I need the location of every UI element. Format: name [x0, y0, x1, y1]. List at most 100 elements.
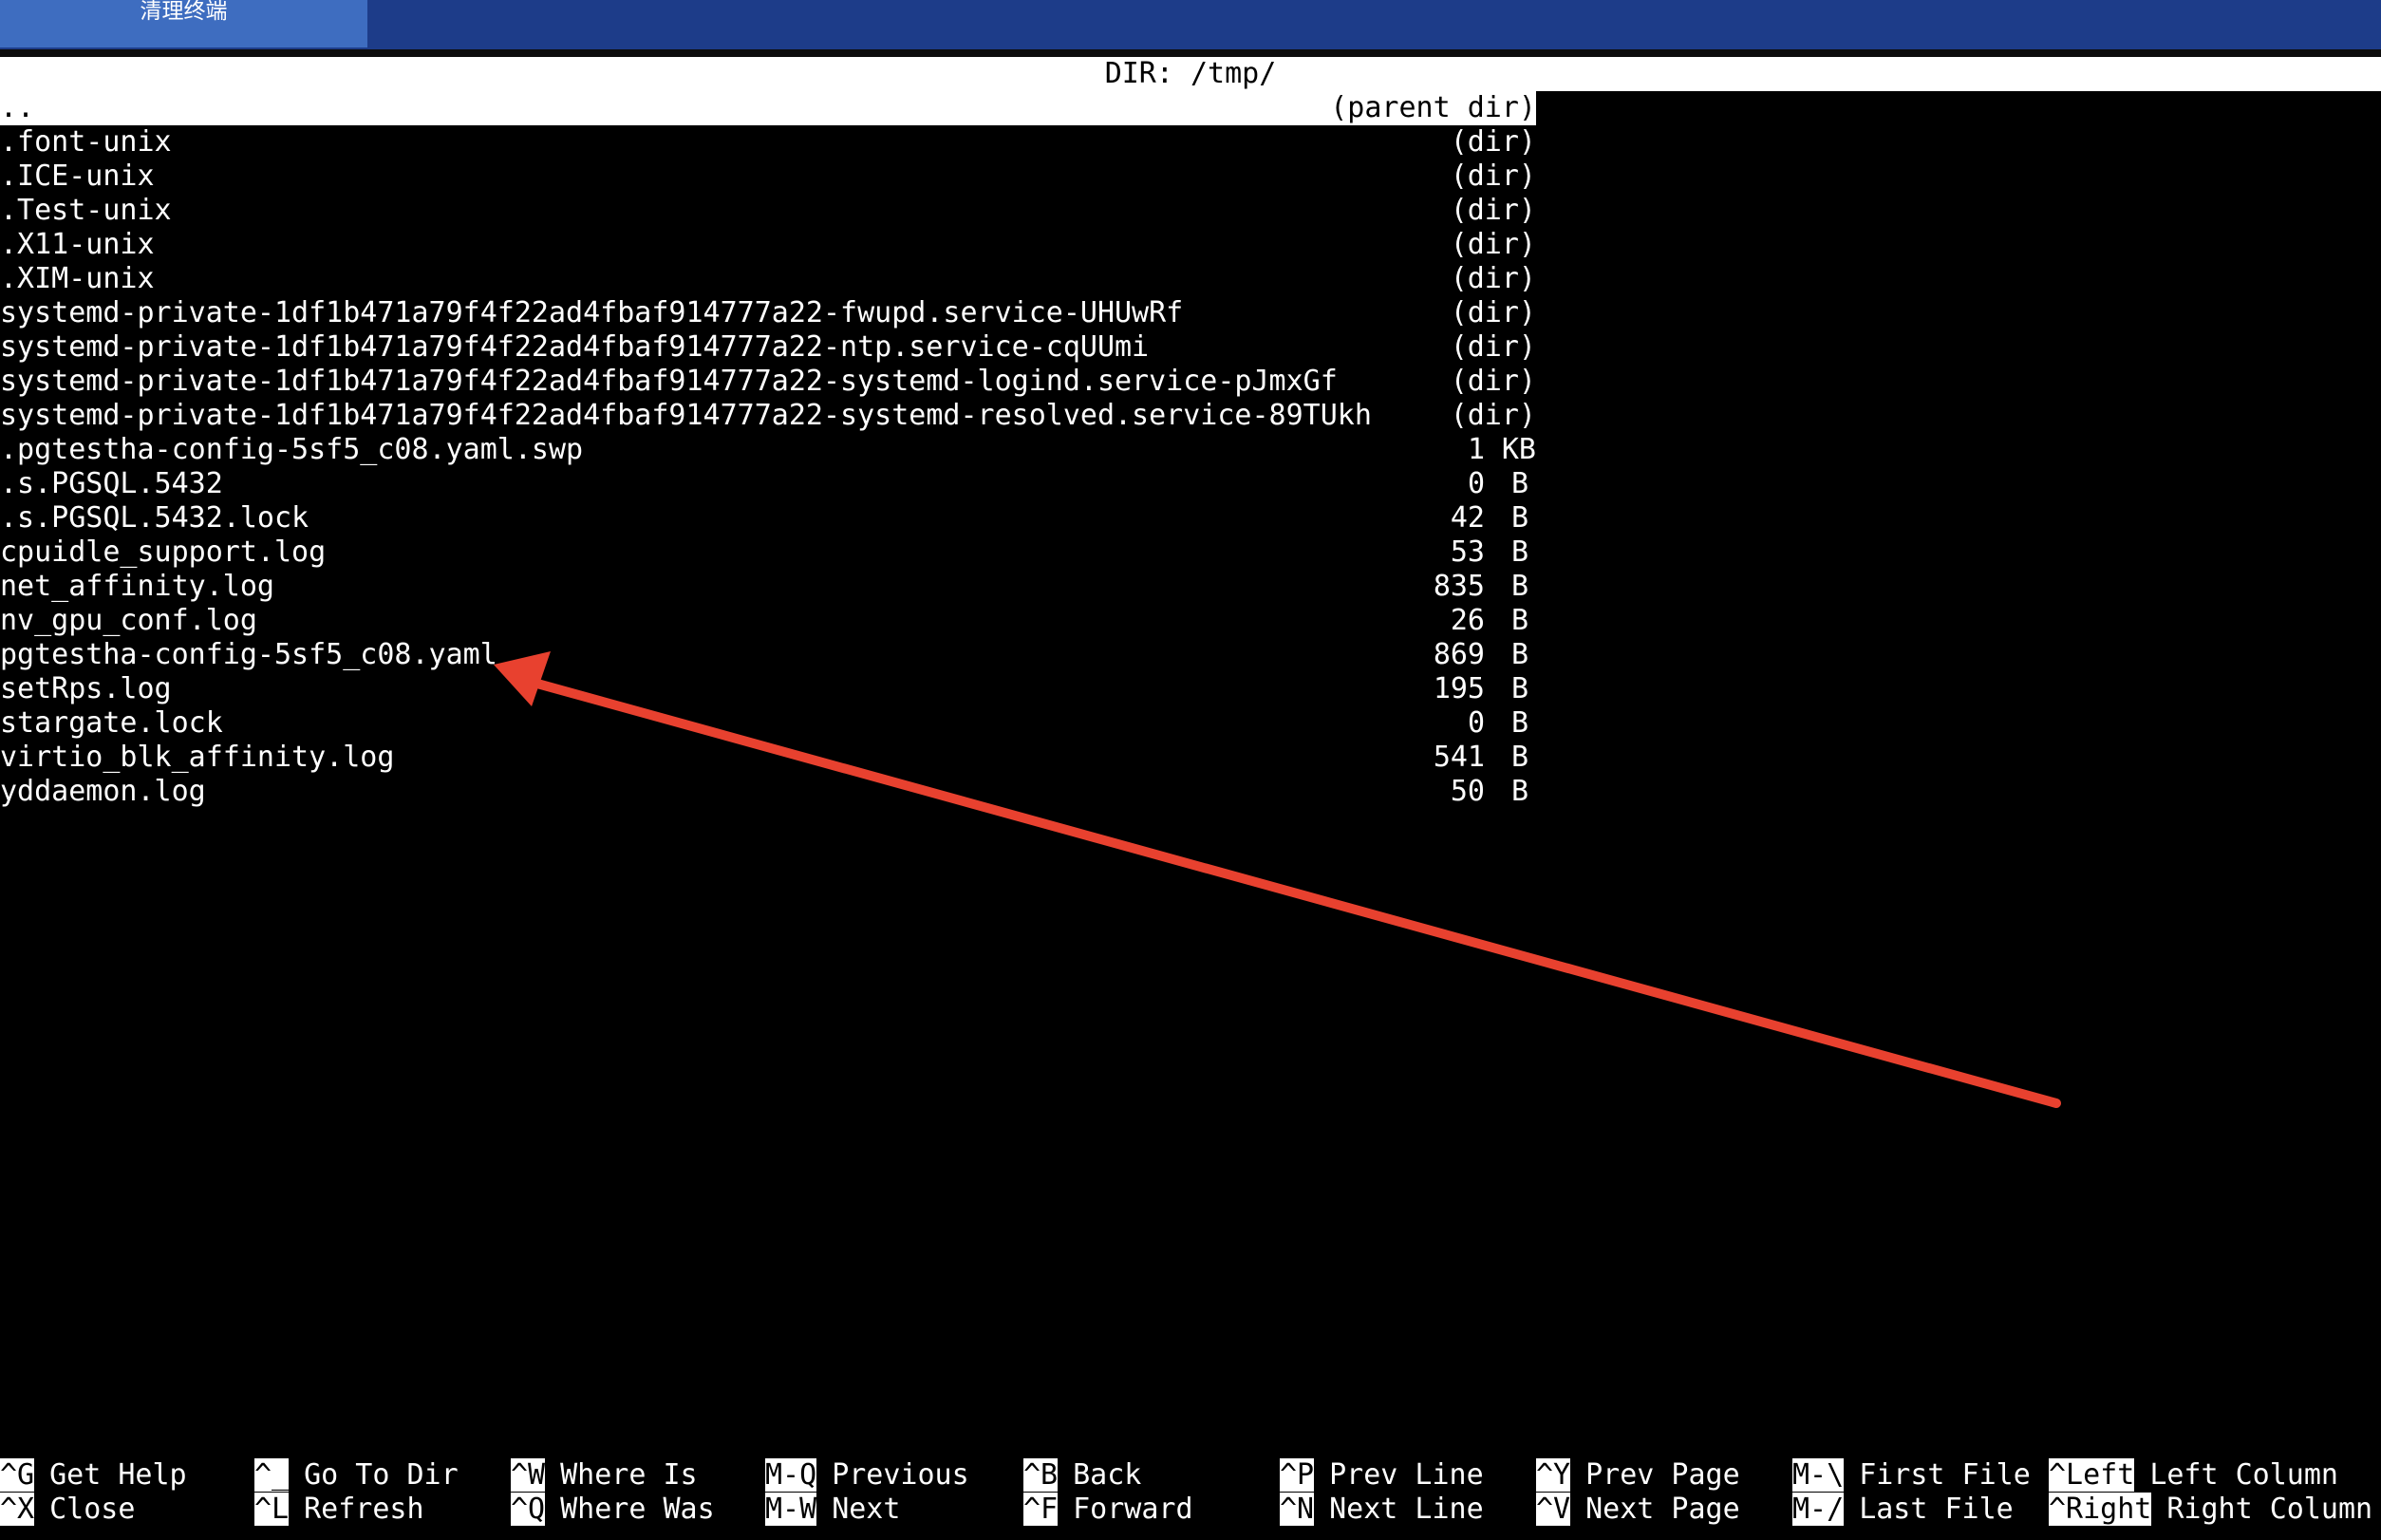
shortcut-where-was[interactable]: ^Q Where Was [511, 1493, 715, 1527]
shortcut-next[interactable]: M-W Next [765, 1493, 900, 1527]
shortcut-label: Left Column [2149, 1458, 2338, 1492]
file-size-number: 835 [1433, 570, 1485, 603]
file-name: stargate.lock [0, 706, 223, 740]
file-row[interactable]: net_affinity.log 835 B [0, 570, 1536, 604]
file-name: .font-unix [0, 125, 172, 159]
shortcut-key: M-/ [1792, 1493, 1845, 1526]
file-size-number: 869 [1433, 638, 1485, 671]
file-type-dir: (dir) [1450, 399, 1536, 432]
file-row[interactable]: .s.PGSQL.5432.lock 42 B [0, 501, 1536, 535]
file-row[interactable]: pgtestha-config-5sf5_c08.yaml 869 B [0, 638, 1536, 672]
file-row[interactable]: systemd-private-1df1b471a79f4f22ad4fbaf9… [0, 365, 1536, 399]
file-name: net_affinity.log [0, 570, 274, 603]
shortcut-prev-page[interactable]: ^Y Prev Page [1536, 1458, 1740, 1493]
shortcut-key: ^V [1536, 1493, 1571, 1526]
file-name: .s.PGSQL.5432.lock [0, 501, 309, 535]
file-type-dir: (dir) [1450, 365, 1536, 398]
shortcut-label: Next Line [1329, 1493, 1484, 1526]
file-row[interactable]: systemd-private-1df1b471a79f4f22ad4fbaf9… [0, 399, 1536, 433]
shortcut-left-column[interactable]: ^Left Left Column [2049, 1458, 2338, 1493]
file-name: .XIM-unix [0, 262, 155, 295]
file-name: virtio_blk_affinity.log [0, 741, 395, 774]
shortcut-first-file[interactable]: M-\ First File [1792, 1458, 2031, 1493]
shortcut-back[interactable]: ^B Back [1023, 1458, 1141, 1493]
shortcut-refresh[interactable]: ^L Refresh [254, 1493, 424, 1527]
file-row[interactable]: .XIM-unix (dir) [0, 262, 1536, 296]
shortcut-label: First File [1859, 1458, 2031, 1492]
terminal-screen[interactable]: DIR: /tmp/ .. (parent dir) .font-unix (di… [0, 57, 2381, 1540]
file-name: .s.PGSQL.5432 [0, 467, 223, 500]
shortcut-label: Where Is [560, 1458, 698, 1492]
file-row[interactable]: .s.PGSQL.5432 0 B [0, 467, 1536, 501]
clear-terminal-button[interactable]: 清理终端 [0, 0, 367, 47]
shortcut-key: M-\ [1792, 1458, 1845, 1492]
shortcut-key: ^Y [1536, 1458, 1571, 1492]
shortcut-label: Close [49, 1493, 136, 1526]
shortcut-label: Go To Dir [304, 1458, 459, 1492]
file-row[interactable]: .X11-unix (dir) [0, 228, 1536, 262]
shortcut-label: Right Column [2166, 1493, 2373, 1526]
file-name: .ICE-unix [0, 160, 155, 193]
shortcut-label: Prev Line [1329, 1458, 1484, 1492]
shortcut-label: Back [1073, 1458, 1142, 1492]
file-row[interactable]: nv_gpu_conf.log 26 B [0, 604, 1536, 638]
file-size-number: 1 [1467, 433, 1485, 466]
file-row[interactable]: yddaemon.log 50 B [0, 775, 1536, 809]
shortcut-previous[interactable]: M-Q Previous [765, 1458, 969, 1493]
file-size-unit: B [1510, 706, 1528, 740]
shortcut-close[interactable]: ^X Close [0, 1493, 135, 1527]
shortcut-next-page[interactable]: ^V Next Page [1536, 1493, 1740, 1527]
file-row[interactable]: .pgtestha-config-5sf5_c08.yaml.swp 1 KB [0, 433, 1536, 467]
file-row[interactable]: .Test-unix (dir) [0, 194, 1536, 228]
shortcut-key: ^F [1023, 1493, 1059, 1526]
shortcut-key: ^_ [254, 1458, 290, 1492]
shortcut-right-column[interactable]: ^Right Right Column [2049, 1493, 2372, 1527]
parent-dir-name: .. [0, 91, 35, 124]
shortcut-key: ^P [1280, 1458, 1315, 1492]
file-row[interactable]: cpuidle_support.log 53 B [0, 535, 1536, 570]
file-row[interactable]: virtio_blk_affinity.log 541 B [0, 741, 1536, 775]
shortcut-key: ^L [254, 1493, 290, 1526]
shortcut-key: ^X [0, 1493, 35, 1526]
shortcut-key: ^G [0, 1458, 35, 1492]
file-type-dir: (dir) [1450, 125, 1536, 159]
shortcut-next-line[interactable]: ^N Next Line [1280, 1493, 1484, 1527]
file-row[interactable]: systemd-private-1df1b471a79f4f22ad4fbaf9… [0, 330, 1536, 365]
file-size-number: 53 [1450, 535, 1485, 569]
file-type-dir: (dir) [1450, 194, 1536, 227]
file-row[interactable]: .ICE-unix (dir) [0, 160, 1536, 194]
shortcut-last-file[interactable]: M-/ Last File [1792, 1493, 2014, 1527]
dir-title: DIR: /tmp/ [0, 57, 2381, 91]
shortcut-label: Last File [1859, 1493, 2014, 1526]
file-size-number: 50 [1450, 775, 1485, 808]
file-row[interactable]: setRps.log 195 B [0, 672, 1536, 706]
file-name: nv_gpu_conf.log [0, 604, 257, 637]
file-size-unit: B [1510, 672, 1528, 705]
file-size-number: 0 [1467, 467, 1485, 500]
shortcut-key: ^Left [2049, 1458, 2135, 1492]
file-size-unit: B [1510, 535, 1528, 569]
file-row[interactable]: systemd-private-1df1b471a79f4f22ad4fbaf9… [0, 296, 1536, 330]
shortcut-prev-line[interactable]: ^P Prev Line [1280, 1458, 1484, 1493]
file-type-dir: (dir) [1450, 296, 1536, 329]
file-size-unit: KB [1501, 433, 1536, 466]
shortcut-get-help[interactable]: ^G Get Help [0, 1458, 187, 1493]
file-row[interactable]: stargate.lock 0 B [0, 706, 1536, 741]
file-name: yddaemon.log [0, 775, 206, 808]
file-size-number: 195 [1433, 672, 1485, 705]
file-size-unit: B [1510, 638, 1528, 671]
shortcut-where-is[interactable]: ^W Where Is [511, 1458, 698, 1493]
file-size-unit: B [1510, 570, 1528, 603]
shortcut-label: Previous [832, 1458, 969, 1492]
file-size-unit: B [1510, 741, 1528, 774]
parent-dir-row[interactable]: .. (parent dir) [0, 91, 1536, 125]
shortcut-forward[interactable]: ^F Forward [1023, 1493, 1193, 1527]
file-type-dir: (dir) [1450, 228, 1536, 261]
file-name: pgtestha-config-5sf5_c08.yaml [0, 638, 497, 671]
file-name: .pgtestha-config-5sf5_c08.yaml.swp [0, 433, 584, 466]
shortcut-key: ^N [1280, 1493, 1315, 1526]
shortcut-go-to-dir[interactable]: ^_ Go To Dir [254, 1458, 459, 1493]
file-size-number: 0 [1467, 706, 1485, 740]
file-name: systemd-private-1df1b471a79f4f22ad4fbaf9… [0, 399, 1372, 432]
file-row[interactable]: .font-unix (dir) [0, 125, 1536, 160]
